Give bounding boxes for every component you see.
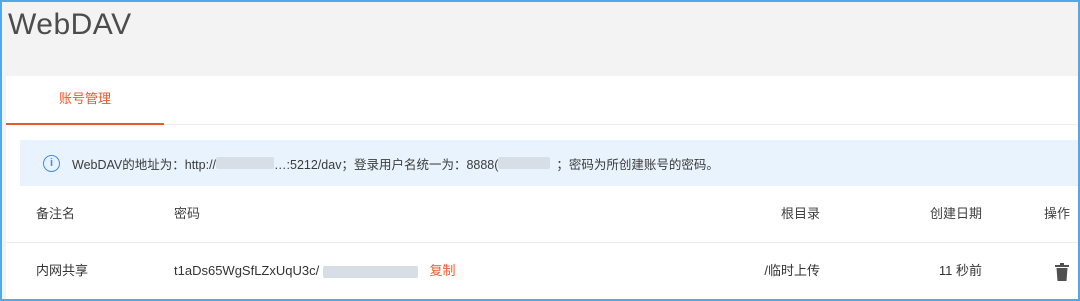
copy-link[interactable]: 复制 bbox=[429, 263, 455, 278]
row-note: 内网共享 bbox=[36, 263, 89, 278]
notice-text-address: …:5212/dav；登录用户名统一为：8888( bbox=[274, 157, 499, 172]
header-password: 密码 bbox=[174, 206, 201, 221]
table-header: 备注名 密码 根目录 创建日期 操作 bbox=[6, 186, 1078, 243]
content-card: 账号管理 i WebDAV的地址为：http:// …:5212/dav；登录用… bbox=[6, 76, 1078, 299]
row-created: 11 秒前 bbox=[938, 263, 982, 278]
header-created: 创建日期 bbox=[929, 206, 982, 221]
notice-text-suffix: ；密码为所创建账号的密码。 bbox=[556, 157, 719, 172]
redacted-username bbox=[498, 157, 551, 169]
row-password: t1aDs65WgSfLZxUqU3c/ bbox=[174, 263, 320, 278]
redacted-password bbox=[322, 265, 418, 278]
header-note: 备注名 bbox=[36, 206, 76, 221]
page-title: WebDAV bbox=[8, 8, 132, 41]
tab-account-management[interactable]: 账号管理 bbox=[6, 76, 164, 125]
header-actions: 操作 bbox=[1043, 206, 1070, 221]
header-root: 根目录 bbox=[780, 206, 820, 221]
row-password-cell: t1aDs65WgSfLZxUqU3c/ 复制 bbox=[174, 243, 456, 299]
notice-text-prefix: WebDAV的地址为：http:// bbox=[72, 157, 217, 172]
row-actions bbox=[1054, 243, 1070, 299]
trash-icon[interactable] bbox=[1054, 262, 1070, 281]
info-alert: i WebDAV的地址为：http:// …:5212/dav；登录用户名统一为… bbox=[20, 140, 1078, 186]
info-icon: i bbox=[43, 154, 60, 172]
row-root: /临时上传 bbox=[764, 263, 820, 278]
table-row: 内网共享 t1aDs65WgSfLZxUqU3c/ 复制 /临时上传 11 秒前 bbox=[6, 243, 1078, 299]
tab-bar: 账号管理 bbox=[6, 76, 1078, 125]
redacted-host bbox=[216, 157, 275, 169]
window-frame: WebDAV 账号管理 i WebDAV的地址为：http:// …:5212/… bbox=[0, 0, 1080, 301]
